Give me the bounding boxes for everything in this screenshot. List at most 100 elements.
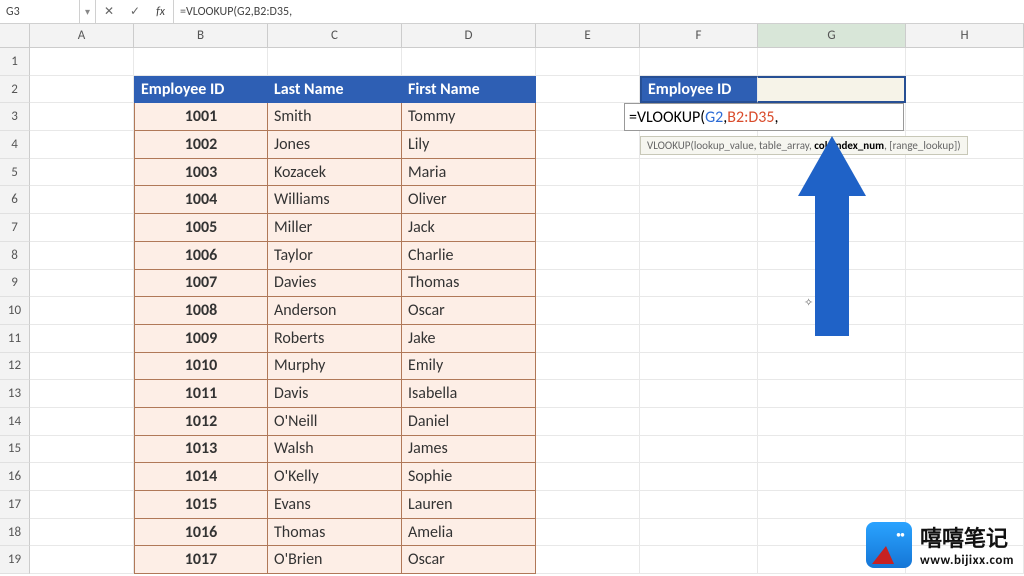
table-cell[interactable]: 1013 — [134, 436, 268, 464]
cell[interactable] — [30, 380, 134, 408]
row-header[interactable]: 1 — [0, 48, 30, 76]
table-cell[interactable]: 1007 — [134, 270, 268, 298]
cell[interactable] — [640, 436, 758, 464]
cell[interactable] — [536, 76, 640, 104]
row-header[interactable]: 12 — [0, 353, 30, 381]
table-cell[interactable]: Jones — [268, 131, 402, 159]
row-header[interactable]: 14 — [0, 408, 30, 436]
table-cell[interactable]: 1008 — [134, 297, 268, 325]
cell[interactable] — [30, 214, 134, 242]
cell[interactable] — [536, 519, 640, 547]
spreadsheet-grid[interactable]: =VLOOKUP(G2,B2:D35, VLOOKUP(lookup_value… — [0, 48, 1024, 574]
table-cell[interactable]: James — [402, 436, 536, 464]
cell[interactable] — [536, 546, 640, 574]
cell[interactable] — [640, 325, 758, 353]
cell[interactable] — [906, 380, 1024, 408]
table-cell[interactable]: Sophie — [402, 463, 536, 491]
cell[interactable] — [30, 186, 134, 214]
cell[interactable] — [640, 242, 758, 270]
row-header[interactable]: 15 — [0, 436, 30, 464]
table-cell[interactable]: 1004 — [134, 186, 268, 214]
table-cell[interactable]: 1009 — [134, 325, 268, 353]
col-header-F[interactable]: F — [640, 24, 758, 47]
cell[interactable] — [30, 463, 134, 491]
cell[interactable] — [536, 270, 640, 298]
active-cell-editor[interactable]: =VLOOKUP(G2,B2:D35, — [624, 103, 904, 131]
cell[interactable] — [758, 48, 906, 76]
cell[interactable] — [906, 408, 1024, 436]
cell[interactable] — [536, 131, 640, 159]
row-header[interactable]: 18 — [0, 519, 30, 547]
table-cell[interactable]: 1006 — [134, 242, 268, 270]
table-cell[interactable]: Davies — [268, 270, 402, 298]
table-cell[interactable]: O'Neill — [268, 408, 402, 436]
row-header[interactable]: 13 — [0, 380, 30, 408]
cell[interactable] — [30, 353, 134, 381]
table-cell[interactable]: Daniel — [402, 408, 536, 436]
table-cell[interactable]: 1003 — [134, 159, 268, 187]
cell[interactable] — [30, 270, 134, 298]
cell[interactable] — [758, 463, 906, 491]
cell[interactable] — [30, 325, 134, 353]
cell[interactable] — [402, 48, 536, 76]
row-header[interactable]: 11 — [0, 325, 30, 353]
cell[interactable] — [536, 463, 640, 491]
row-header[interactable]: 17 — [0, 491, 30, 519]
table-cell[interactable]: Lauren — [402, 491, 536, 519]
table-cell[interactable]: O'Kelly — [268, 463, 402, 491]
table-cell[interactable]: 1015 — [134, 491, 268, 519]
table-cell[interactable]: Evans — [268, 491, 402, 519]
cell[interactable] — [906, 242, 1024, 270]
table-cell[interactable]: 1010 — [134, 353, 268, 381]
table-cell[interactable]: 1012 — [134, 408, 268, 436]
table-cell[interactable]: Walsh — [268, 436, 402, 464]
cell[interactable] — [30, 103, 134, 131]
row-header[interactable]: 6 — [0, 186, 30, 214]
cell[interactable] — [906, 270, 1024, 298]
table-cell[interactable]: Taylor — [268, 242, 402, 270]
cell[interactable] — [536, 491, 640, 519]
cell[interactable] — [640, 546, 758, 574]
col-header-D[interactable]: D — [402, 24, 536, 47]
col-header-H[interactable]: H — [906, 24, 1024, 47]
col-header-A[interactable]: A — [30, 24, 134, 47]
name-box[interactable]: G3 — [0, 0, 80, 23]
row-header[interactable]: 19 — [0, 546, 30, 574]
cell[interactable] — [640, 353, 758, 381]
table-cell[interactable]: Tommy — [402, 103, 536, 131]
cell[interactable] — [30, 131, 134, 159]
lookup-header[interactable]: Employee ID — [640, 76, 758, 104]
table-header[interactable]: Last Name — [268, 76, 402, 104]
cell[interactable] — [30, 76, 134, 104]
table-cell[interactable]: Charlie — [402, 242, 536, 270]
table-cell[interactable]: Amelia — [402, 519, 536, 547]
cell[interactable] — [906, 103, 1024, 131]
table-cell[interactable]: Roberts — [268, 325, 402, 353]
cell[interactable] — [134, 48, 268, 76]
cell[interactable] — [906, 214, 1024, 242]
cell[interactable] — [640, 408, 758, 436]
cell[interactable] — [640, 519, 758, 547]
cell[interactable] — [536, 159, 640, 187]
cell[interactable] — [640, 463, 758, 491]
cell[interactable] — [536, 214, 640, 242]
cell[interactable] — [30, 408, 134, 436]
cell[interactable] — [906, 48, 1024, 76]
cell[interactable] — [640, 270, 758, 298]
row-header[interactable]: 4 — [0, 131, 30, 159]
row-header[interactable]: 16 — [0, 463, 30, 491]
row-header[interactable]: 5 — [0, 159, 30, 187]
cell[interactable] — [536, 436, 640, 464]
table-cell[interactable]: Thomas — [402, 270, 536, 298]
cell[interactable] — [640, 380, 758, 408]
table-cell[interactable]: Smith — [268, 103, 402, 131]
table-cell[interactable]: Isabella — [402, 380, 536, 408]
table-cell[interactable]: Emily — [402, 353, 536, 381]
cell[interactable] — [536, 380, 640, 408]
table-cell[interactable]: Williams — [268, 186, 402, 214]
row-header[interactable]: 8 — [0, 242, 30, 270]
cell[interactable] — [906, 159, 1024, 187]
table-cell[interactable]: Kozacek — [268, 159, 402, 187]
lookup-input-cell[interactable] — [758, 76, 906, 104]
table-cell[interactable]: Anderson — [268, 297, 402, 325]
